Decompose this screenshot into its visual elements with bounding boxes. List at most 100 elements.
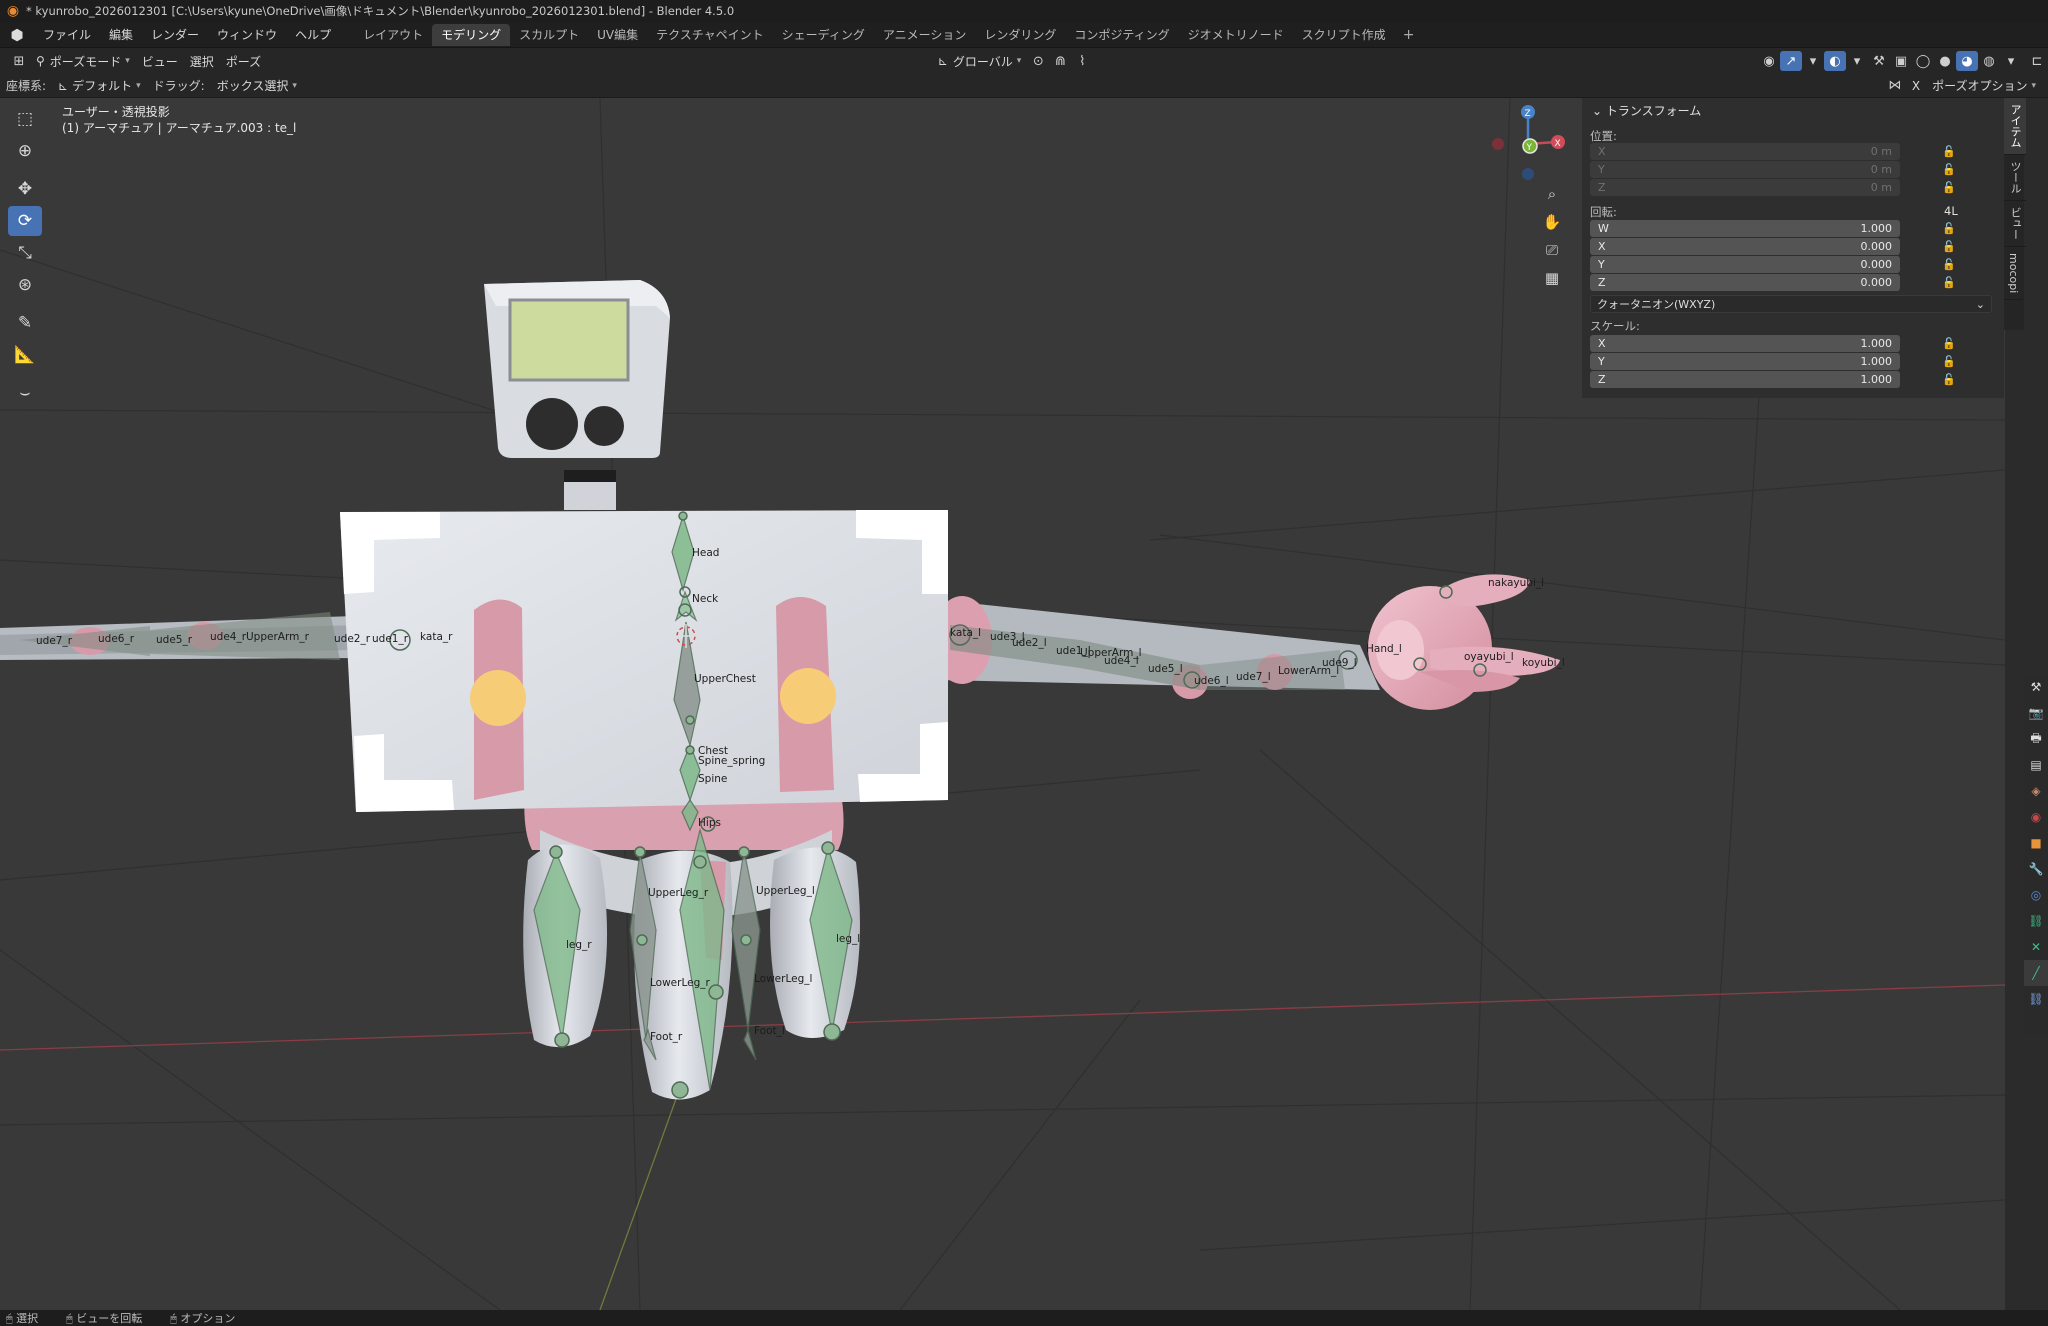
menu-view[interactable]: ビュー (136, 51, 184, 71)
lock-icon[interactable]: 🔓 (1942, 276, 1956, 289)
tab-shading[interactable]: シェーディング (773, 24, 874, 46)
view-layer-properties-icon[interactable]: ▤ (2024, 752, 2048, 778)
location-y-field[interactable]: Y 0 m (1590, 161, 1900, 178)
menu-pose[interactable]: ポーズ (220, 51, 267, 71)
object-properties-icon[interactable]: ■ (2024, 830, 2048, 856)
transform-tool-icon[interactable]: ⊛ (8, 270, 42, 300)
physics-properties-icon[interactable]: ◎ (2024, 882, 2048, 908)
solid-shading-icon[interactable]: ● (1934, 51, 1956, 71)
mirror-x-toggle[interactable]: X (1906, 76, 1926, 96)
bone-overlay-icon[interactable]: ⚒ (1868, 51, 1890, 71)
left-arm[interactable] (932, 596, 1380, 699)
select-box-tool-icon[interactable]: ⬚ (8, 104, 42, 134)
tab-compositing[interactable]: コンポジティング (1065, 24, 1178, 46)
move-tool-icon[interactable]: ✥ (8, 174, 42, 204)
rotation-4l-toggle[interactable]: 4L (1944, 204, 1958, 218)
mirror-icon[interactable]: ⋈ (1884, 76, 1906, 96)
constraint-properties-icon[interactable]: ⛓ (2024, 908, 2048, 934)
menu-window[interactable]: ウィンドウ (208, 22, 286, 48)
tab-texture-paint[interactable]: テクスチャペイント (647, 24, 773, 46)
perspective-toggle-icon[interactable]: ▦ (1538, 264, 1566, 292)
annotate-tool-icon[interactable]: ✎ (8, 308, 42, 338)
wireframe-shading-icon[interactable]: ◯ (1912, 51, 1934, 71)
mode-selector[interactable]: ⚲ ポーズモード ▾ (30, 51, 136, 71)
scale-y-field[interactable]: Y 1.000 (1590, 353, 1900, 370)
xray-toggle-icon[interactable]: ▣ (1890, 51, 1912, 71)
bone-properties-icon[interactable]: ╱ (2024, 960, 2048, 986)
overlay-toggle-icon[interactable]: ◐ (1824, 51, 1846, 71)
tool-properties-icon[interactable]: ⚒ (2024, 674, 2048, 700)
rotation-mode-dropdown[interactable]: クォータニオン(WXYZ) ⌄ (1590, 295, 1992, 313)
camera-view-icon[interactable]: ⎚ (1538, 236, 1566, 264)
sidebar-tab-item[interactable]: アイテム (2004, 98, 2026, 155)
transform-panel-header[interactable]: ⌄ トランスフォーム (1592, 102, 1701, 119)
measure-tool-icon[interactable]: 📐 (8, 340, 42, 370)
material-shading-icon[interactable]: ◕ (1956, 51, 1978, 71)
pivot-point-icon[interactable]: ⊙ (1027, 51, 1049, 71)
lock-icon[interactable]: 🔓 (1942, 355, 1956, 368)
proportional-edit-icon[interactable]: ⌇ (1071, 51, 1093, 71)
shading-dropdown-icon[interactable]: ▾ (2000, 51, 2022, 71)
panel-toggle-icon[interactable]: ⊏ (2026, 51, 2048, 71)
gizmo-dropdown-icon[interactable]: ▾ (1802, 51, 1824, 71)
overlay-dropdown-icon[interactable]: ▾ (1846, 51, 1868, 71)
rotation-x-field[interactable]: X 0.000 (1590, 238, 1900, 255)
lock-icon[interactable]: 🔓 (1942, 240, 1956, 253)
tab-uv-editing[interactable]: UV編集 (588, 24, 647, 46)
transform-orientation-dropdown[interactable]: ⊾ グローバル ▾ (932, 51, 1027, 71)
scale-tool-icon[interactable]: ⤡ (8, 238, 42, 268)
menu-file[interactable]: ファイル (34, 22, 100, 48)
sidebar-tab-mocopi[interactable]: mocopi (2004, 247, 2023, 301)
zoom-icon[interactable]: ⌕ (1538, 180, 1566, 208)
output-properties-icon[interactable]: 🖶 (2024, 726, 2048, 752)
location-z-field[interactable]: Z 0 m (1590, 179, 1900, 196)
visibility-icon[interactable]: ◉ (1758, 51, 1780, 71)
render-properties-icon[interactable]: 📷 (2024, 700, 2048, 726)
tab-sculpt[interactable]: スカルプト (510, 24, 588, 46)
gizmo-neg-x[interactable] (1492, 138, 1504, 150)
add-workspace-button[interactable]: + (1395, 22, 1423, 48)
rotation-w-field[interactable]: W 1.000 (1590, 220, 1900, 237)
bone-constraint-icon[interactable]: ⛓ (2024, 986, 2048, 1012)
lock-icon[interactable]: 🔓 (1942, 145, 1956, 158)
blender-menu-icon[interactable]: ⬢ (0, 22, 34, 48)
rotation-z-field[interactable]: Z 0.000 (1590, 274, 1900, 291)
lock-icon[interactable]: 🔓 (1942, 222, 1956, 235)
scale-z-field[interactable]: Z 1.000 (1590, 371, 1900, 388)
relax-pose-tool-icon[interactable]: ⌣ (8, 378, 42, 408)
rendered-shading-icon[interactable]: ◍ (1978, 51, 2000, 71)
sidebar-tab-tool[interactable]: ツール (2004, 155, 2026, 201)
pose-options-dropdown[interactable]: ポーズオプション ▾ (1926, 76, 2042, 96)
tab-layout[interactable]: レイアウト (354, 24, 432, 46)
editor-type-icon[interactable]: ⊞ (8, 51, 30, 71)
tab-scripting[interactable]: スクリプト作成 (1293, 24, 1395, 46)
drag-dropdown[interactable]: ボックス選択 ▾ (211, 76, 303, 96)
tab-geometry-nodes[interactable]: ジオメトリノード (1179, 24, 1293, 46)
gizmo-toggle-icon[interactable]: ↗ (1780, 51, 1802, 71)
coordinate-dropdown[interactable]: ⊾ デフォルト ▾ (52, 76, 147, 96)
tab-rendering[interactable]: レンダリング (975, 24, 1065, 46)
tab-animation[interactable]: アニメーション (874, 24, 976, 46)
world-properties-icon[interactable]: ◉ (2024, 804, 2048, 830)
lock-icon[interactable]: 🔓 (1942, 337, 1956, 350)
lock-icon[interactable]: 🔓 (1942, 181, 1956, 194)
modifier-properties-icon[interactable]: 🔧 (2024, 856, 2048, 882)
navigation-gizmo[interactable]: Z X Y (1484, 100, 1584, 190)
menu-help[interactable]: ヘルプ (286, 22, 340, 48)
scale-x-field[interactable]: X 1.000 (1590, 335, 1900, 352)
sidebar-tab-view[interactable]: ビュー (2004, 201, 2026, 247)
scene-properties-icon[interactable]: ◈ (2024, 778, 2048, 804)
lock-icon[interactable]: 🔓 (1942, 373, 1956, 386)
rotate-tool-icon[interactable]: ⟳ (8, 206, 42, 236)
gizmo-neg-z[interactable] (1522, 168, 1534, 180)
lock-icon[interactable]: 🔓 (1942, 258, 1956, 271)
menu-edit[interactable]: 編集 (100, 22, 142, 48)
robot-torso[interactable] (340, 510, 948, 812)
armature-data-icon[interactable]: ✕ (2024, 934, 2048, 960)
location-x-field[interactable]: X 0 m (1590, 143, 1900, 160)
lock-icon[interactable]: 🔓 (1942, 163, 1956, 176)
pan-hand-icon[interactable]: ✋ (1538, 208, 1566, 236)
menu-select[interactable]: 選択 (184, 51, 220, 71)
robot-head[interactable] (484, 280, 670, 510)
snap-icon[interactable]: ⋒ (1049, 51, 1071, 71)
